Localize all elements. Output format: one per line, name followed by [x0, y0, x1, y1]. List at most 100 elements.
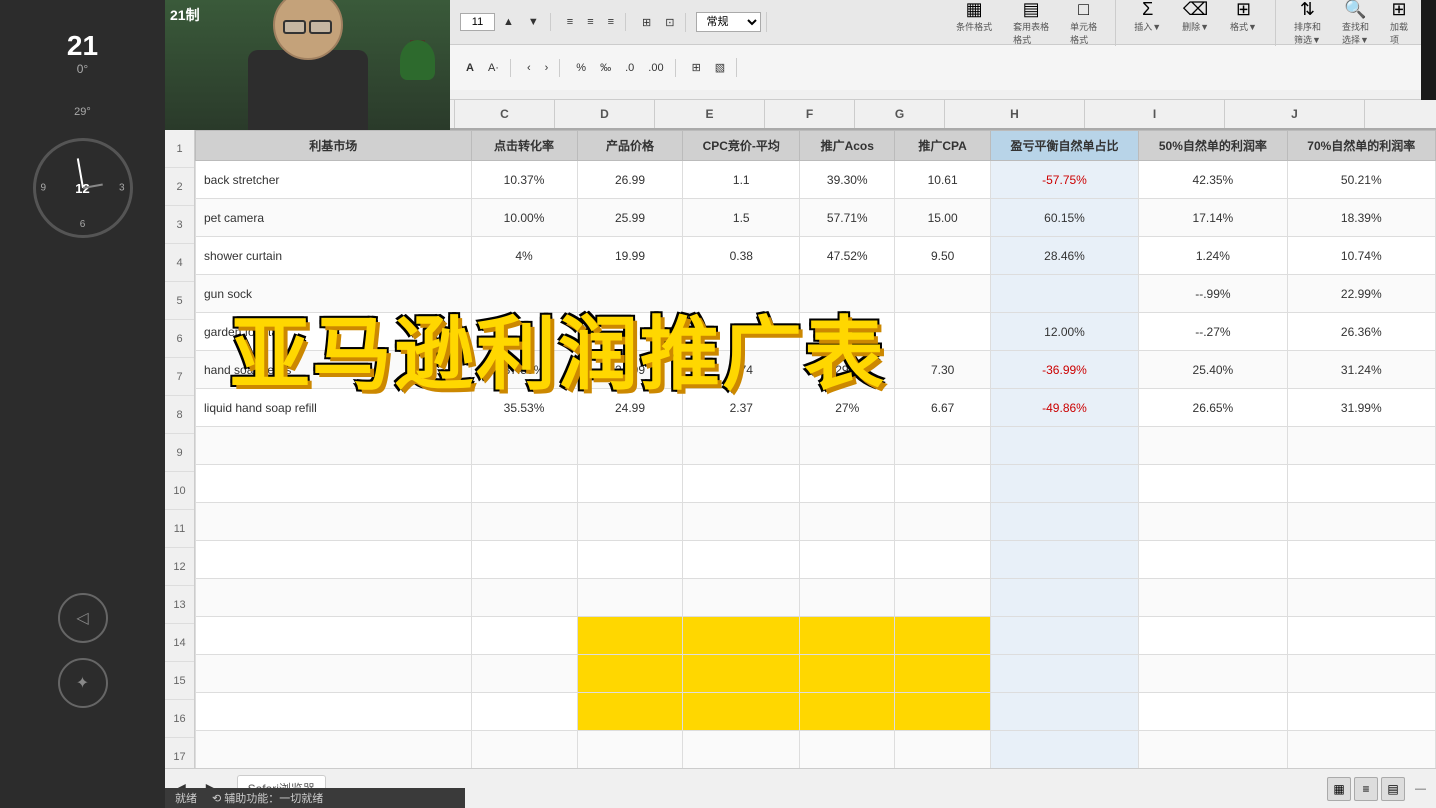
empty-cell[interactable]	[895, 655, 990, 693]
empty-cell[interactable]	[471, 693, 577, 731]
empty-cell[interactable]	[895, 731, 990, 769]
view-btn-3[interactable]: ▤	[1381, 777, 1405, 801]
empty-cell[interactable]	[471, 427, 577, 465]
empty-cell[interactable]	[683, 503, 800, 541]
empty-cell[interactable]	[683, 731, 800, 769]
breakeven-hand-soap-refills[interactable]: -36.99%	[990, 351, 1138, 389]
empty-cell[interactable]	[990, 693, 1138, 731]
profit50-hand-soap-refills[interactable]: 25.40%	[1139, 351, 1287, 389]
align-right-btn[interactable]: ≡	[602, 13, 620, 31]
align-left-btn[interactable]: ≡	[561, 13, 579, 31]
empty-cell[interactable]	[1287, 693, 1435, 731]
view-btn-1[interactable]: ▦	[1327, 777, 1351, 801]
circle-btn-1[interactable]: ◁	[58, 593, 108, 643]
cpa-liquid-hand-soap[interactable]: 6.67	[895, 389, 990, 427]
empty-cell[interactable]	[895, 503, 990, 541]
view-btn-2[interactable]: ≡	[1354, 777, 1378, 801]
thousands-btn[interactable]: ‰	[594, 59, 617, 77]
profit50-shower-curtain[interactable]: 1.24%	[1139, 237, 1287, 275]
empty-cell[interactable]	[196, 617, 472, 655]
empty-cell[interactable]	[800, 503, 895, 541]
empty-cell[interactable]	[800, 579, 895, 617]
decimal-dec-btn[interactable]: .00	[642, 59, 669, 77]
style-dropdown[interactable]: 常规 百分比 货币	[696, 12, 761, 32]
profit70-pet-camera[interactable]: 18.39%	[1287, 199, 1435, 237]
empty-cell[interactable]	[196, 427, 472, 465]
empty-cell[interactable]	[683, 617, 800, 655]
cpa-pet-camera[interactable]: 15.00	[895, 199, 990, 237]
empty-cell[interactable]	[1139, 617, 1287, 655]
price-shower-curtain[interactable]: 19.99	[577, 237, 683, 275]
empty-cell[interactable]	[471, 541, 577, 579]
empty-cell[interactable]	[990, 579, 1138, 617]
empty-cell[interactable]	[1287, 731, 1435, 769]
empty-cell[interactable]	[1287, 427, 1435, 465]
profit70-gun-sock[interactable]: 22.99%	[1287, 275, 1435, 313]
percent-btn[interactable]: %	[570, 59, 592, 77]
empty-cell[interactable]	[800, 465, 895, 503]
empty-cell[interactable]	[577, 617, 683, 655]
decimal-inc-btn[interactable]: .0	[619, 59, 640, 77]
acos-back-stretcher[interactable]: 39.30%	[800, 161, 895, 199]
empty-cell[interactable]	[196, 541, 472, 579]
empty-cell[interactable]	[1139, 465, 1287, 503]
empty-cell[interactable]	[1139, 579, 1287, 617]
empty-cell[interactable]	[471, 579, 577, 617]
empty-cell[interactable]	[577, 427, 683, 465]
format-group2[interactable]: ⊞格式▼	[1222, 0, 1265, 48]
price-pet-camera[interactable]: 25.99	[577, 199, 683, 237]
empty-cell[interactable]	[1139, 427, 1287, 465]
profit70-back-stretcher[interactable]: 50.21%	[1287, 161, 1435, 199]
font-color-btn[interactable]: A	[460, 59, 480, 77]
cpa-gun-sock[interactable]	[895, 275, 990, 313]
profit50-back-stretcher[interactable]: 42.35%	[1139, 161, 1287, 199]
empty-cell[interactable]	[683, 655, 800, 693]
empty-cell[interactable]	[800, 427, 895, 465]
profit70-hand-soap-refills[interactable]: 31.24%	[1287, 351, 1435, 389]
ctr-shower-curtain[interactable]: 4%	[471, 237, 577, 275]
empty-cell[interactable]	[577, 541, 683, 579]
circle-btn-2[interactable]: ✦	[58, 658, 108, 708]
empty-cell[interactable]	[683, 427, 800, 465]
border-btn[interactable]: ⊞	[686, 58, 707, 77]
profit50-pet-camera[interactable]: 17.14%	[1139, 199, 1287, 237]
empty-cell[interactable]	[471, 465, 577, 503]
indent-left-btn[interactable]: ‹	[521, 59, 537, 77]
conditional-format-group[interactable]: ▦条件格式	[948, 0, 1000, 48]
empty-cell[interactable]	[577, 503, 683, 541]
empty-cell[interactable]	[1139, 541, 1287, 579]
empty-cell[interactable]	[577, 731, 683, 769]
empty-cell[interactable]	[1139, 731, 1287, 769]
empty-cell[interactable]	[800, 655, 895, 693]
acos-pet-camera[interactable]: 57.71%	[800, 199, 895, 237]
empty-cell[interactable]	[800, 731, 895, 769]
empty-cell[interactable]	[1287, 655, 1435, 693]
breakeven-shower-curtain[interactable]: 28.46%	[990, 237, 1138, 275]
empty-cell[interactable]	[196, 731, 472, 769]
cpa-hand-soap-refills[interactable]: 7.30	[895, 351, 990, 389]
breakeven-gun-sock[interactable]	[990, 275, 1138, 313]
empty-cell[interactable]	[577, 693, 683, 731]
empty-cell[interactable]	[1287, 503, 1435, 541]
empty-cell[interactable]	[990, 617, 1138, 655]
profit50-gun-sock[interactable]: --.99%	[1139, 275, 1287, 313]
ctr-back-stretcher[interactable]: 10.37%	[471, 161, 577, 199]
empty-cell[interactable]	[683, 579, 800, 617]
cpa-shower-curtain[interactable]: 9.50	[895, 237, 990, 275]
empty-cell[interactable]	[1139, 503, 1287, 541]
merge-btn[interactable]: ⊡	[659, 13, 680, 32]
empty-cell selected-cell[interactable]	[990, 541, 1138, 579]
empty-cell[interactable]	[471, 617, 577, 655]
empty-cell[interactable]	[683, 465, 800, 503]
font-size-up-btn[interactable]: ▲	[497, 13, 520, 31]
empty-cell[interactable]	[196, 579, 472, 617]
breakeven-pet-camera[interactable]: 60.15%	[990, 199, 1138, 237]
profit50-garden-fountain[interactable]: --.27%	[1139, 313, 1287, 351]
empty-cell[interactable]	[895, 427, 990, 465]
empty-cell[interactable]	[1287, 617, 1435, 655]
table-style-group[interactable]: ▤套用表格格式	[1005, 0, 1057, 48]
empty-cell[interactable]	[577, 579, 683, 617]
product-pet-camera[interactable]: pet camera	[196, 199, 472, 237]
empty-cell[interactable]	[577, 655, 683, 693]
empty-cell[interactable]	[800, 693, 895, 731]
